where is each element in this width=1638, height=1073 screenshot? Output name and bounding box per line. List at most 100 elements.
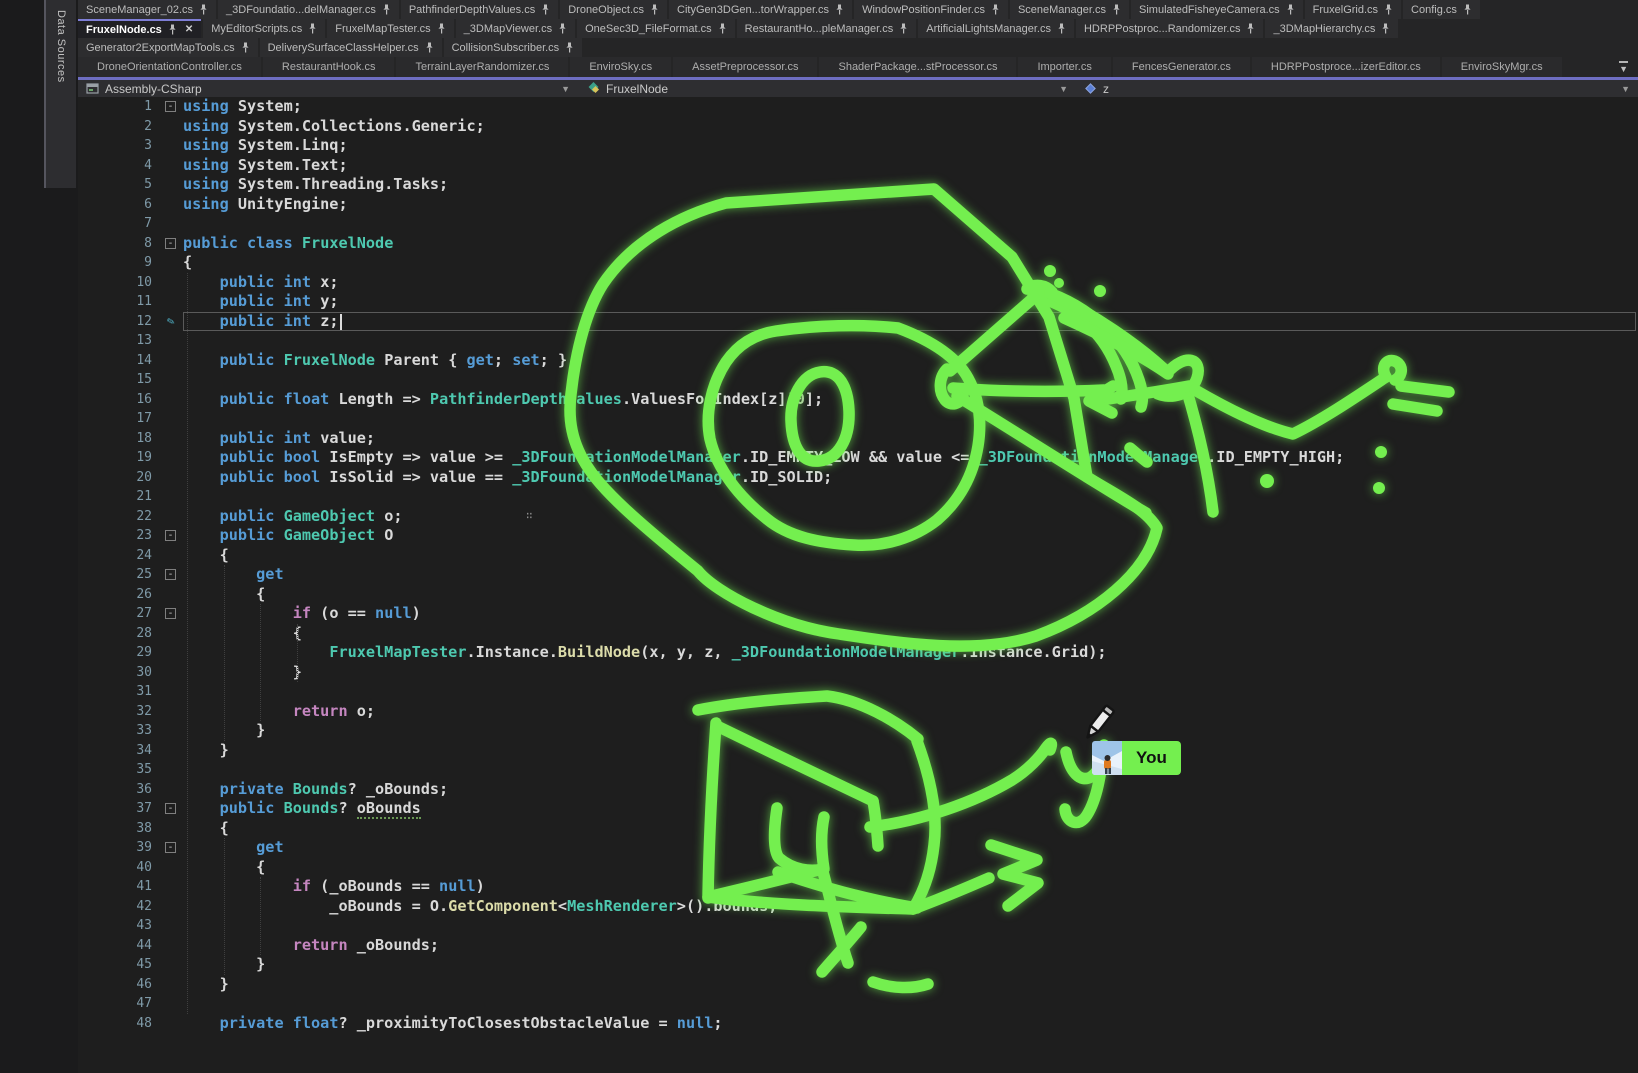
type-dropdown[interactable]: FruxelNode ▼	[578, 80, 1076, 97]
code-line-10[interactable]: 10 public int x;	[78, 273, 1638, 293]
tab-_3DMapViewer.cs[interactable]: _3DMapViewer.cs	[456, 19, 575, 38]
code-line-30[interactable]: 30 }	[78, 663, 1638, 683]
code-line-41[interactable]: 41 if (_oBounds == null)	[78, 877, 1638, 897]
code-line-3[interactable]: 3using System.Linq;	[78, 136, 1638, 156]
tab-SimulatedFisheyeCamera.cs[interactable]: SimulatedFisheyeCamera.cs	[1131, 0, 1303, 19]
code-line-18[interactable]: 18 public int value;	[78, 429, 1638, 449]
tab-HDRPPostproce...izerEditor.cs[interactable]: HDRPPostproce...izerEditor.cs	[1252, 57, 1440, 77]
pin-icon[interactable]	[425, 42, 434, 53]
code-line-21[interactable]: 21	[78, 487, 1638, 507]
code-line-28[interactable]: 28 {	[78, 624, 1638, 644]
pin-icon[interactable]	[437, 23, 446, 34]
code-line-37[interactable]: 37- public Bounds? oBounds	[78, 799, 1638, 819]
code-line-34[interactable]: 34 }	[78, 741, 1638, 761]
code-line-32[interactable]: 32 return o;	[78, 702, 1638, 722]
tab-PathfinderDepthValues.cs[interactable]: PathfinderDepthValues.cs	[401, 0, 558, 19]
tab-CollisionSubscriber.cs[interactable]: CollisionSubscriber.cs	[444, 38, 583, 57]
data-sources-vertical-tab[interactable]: Data Sources	[44, 0, 76, 188]
pin-icon[interactable]	[541, 4, 550, 15]
pin-icon[interactable]	[899, 23, 908, 34]
code-line-5[interactable]: 5using System.Threading.Tasks;	[78, 175, 1638, 195]
code-line-33[interactable]: 33 }	[78, 721, 1638, 741]
tab-Config.cs[interactable]: Config.cs	[1403, 0, 1480, 19]
tab-RestaurantHo...pleManager.cs[interactable]: RestaurantHo...pleManager.cs	[737, 19, 917, 38]
code-line-39[interactable]: 39- get	[78, 838, 1638, 858]
code-line-20[interactable]: 20 public bool IsSolid => value == _3DFo…	[78, 468, 1638, 488]
code-line-22[interactable]: 22 public GameObject o;	[78, 507, 1638, 527]
pin-icon[interactable]	[558, 23, 567, 34]
code-line-44[interactable]: 44 return _oBounds;	[78, 936, 1638, 956]
code-line-29[interactable]: 29 FruxelMapTester.Instance.BuildNode(x,…	[78, 643, 1638, 663]
code-line-16[interactable]: 16 public float Length => PathfinderDept…	[78, 390, 1638, 410]
code-line-46[interactable]: 46 }	[78, 975, 1638, 995]
code-line-2[interactable]: 2using System.Collections.Generic;	[78, 117, 1638, 137]
tab-AssetPreprocessor.cs[interactable]: AssetPreprocessor.cs	[673, 57, 817, 77]
code-line-6[interactable]: 6using UnityEngine;	[78, 195, 1638, 215]
tab-HDRPPostproc...Randomizer.cs[interactable]: HDRPPostproc...Randomizer.cs	[1076, 19, 1264, 38]
code-line-26[interactable]: 26 {	[78, 585, 1638, 605]
pin-icon[interactable]	[565, 42, 574, 53]
code-line-9[interactable]: 9{	[78, 253, 1638, 273]
pin-icon[interactable]	[991, 4, 1000, 15]
pin-icon[interactable]	[382, 4, 391, 15]
code-line-31[interactable]: 31	[78, 682, 1638, 702]
pin-icon[interactable]	[650, 4, 659, 15]
fold-collapse-button[interactable]: -	[165, 608, 176, 619]
chevron-down-icon[interactable]: ▼	[1621, 84, 1630, 94]
close-icon[interactable]: ✕	[185, 24, 193, 35]
pin-icon[interactable]	[1384, 4, 1393, 15]
tab-ArtificialLightsManager.cs[interactable]: ArtificialLightsManager.cs	[918, 19, 1074, 38]
tab-_3DMapHierarchy.cs[interactable]: _3DMapHierarchy.cs	[1265, 19, 1398, 38]
code-line-17[interactable]: 17	[78, 409, 1638, 429]
tab-_3DFoundatio...delManager.cs[interactable]: _3DFoundatio...delManager.cs	[218, 0, 399, 19]
code-line-4[interactable]: 4using System.Text;	[78, 156, 1638, 176]
code-line-8[interactable]: 8-public class FruxelNode	[78, 234, 1638, 254]
code-line-11[interactable]: 11 public int y;	[78, 292, 1638, 312]
tab-EnviroSkyMgr.cs[interactable]: EnviroSkyMgr.cs	[1442, 57, 1562, 77]
pin-icon[interactable]	[718, 23, 727, 34]
code-line-23[interactable]: 23- public GameObject O	[78, 526, 1638, 546]
pin-icon[interactable]	[1246, 23, 1255, 34]
fold-collapse-button[interactable]: -	[165, 803, 176, 814]
fold-collapse-button[interactable]: -	[165, 530, 176, 541]
tab-FencesGenerator.cs[interactable]: FencesGenerator.cs	[1113, 57, 1250, 77]
tab-TerrainLayerRandomizer.cs[interactable]: TerrainLayerRandomizer.cs	[396, 57, 568, 77]
code-editor[interactable]: 1-using System;2using System.Collections…	[78, 97, 1638, 1073]
code-line-15[interactable]: 15	[78, 370, 1638, 390]
chevron-down-icon[interactable]: ▼	[1059, 84, 1068, 94]
code-line-36[interactable]: 36 private Bounds? _oBounds;	[78, 780, 1638, 800]
tab-DeliverySurfaceClassHelper.cs[interactable]: DeliverySurfaceClassHelper.cs	[260, 38, 442, 57]
tab-FruxelMapTester.cs[interactable]: FruxelMapTester.cs	[327, 19, 453, 38]
chevron-down-icon[interactable]: ▼	[561, 84, 570, 94]
tab-SceneManager.cs[interactable]: SceneManager.cs	[1010, 0, 1129, 19]
tab-DroneObject.cs[interactable]: DroneObject.cs	[560, 0, 667, 19]
code-line-25[interactable]: 25- get	[78, 565, 1638, 585]
code-line-24[interactable]: 24 {	[78, 546, 1638, 566]
code-line-45[interactable]: 45 }	[78, 955, 1638, 975]
tab-RestaurantHook.cs[interactable]: RestaurantHook.cs	[263, 57, 395, 77]
pin-icon[interactable]	[1112, 4, 1121, 15]
tab-WindowPositionFinder.cs[interactable]: WindowPositionFinder.cs	[854, 0, 1008, 19]
tab-ShaderPackage...stProcessor.cs[interactable]: ShaderPackage...stProcessor.cs	[819, 57, 1016, 77]
tab-FruxelNode.cs[interactable]: FruxelNode.cs✕	[78, 19, 201, 38]
code-line-35[interactable]: 35	[78, 760, 1638, 780]
fold-collapse-button[interactable]: -	[165, 238, 176, 249]
project-dropdown[interactable]: Assembly-CSharp ▼	[78, 80, 578, 97]
pin-icon[interactable]	[1286, 4, 1295, 15]
code-line-40[interactable]: 40 {	[78, 858, 1638, 878]
fold-collapse-button[interactable]: -	[165, 842, 176, 853]
code-line-1[interactable]: 1-using System;	[78, 97, 1638, 117]
tab-SceneManager_02.cs[interactable]: SceneManager_02.cs	[78, 0, 216, 19]
tab-MyEditorScripts.cs[interactable]: MyEditorScripts.cs	[203, 19, 325, 38]
tab-CityGen3DGen...torWrapper.cs[interactable]: CityGen3DGen...torWrapper.cs	[669, 0, 852, 19]
code-line-42[interactable]: 42 _oBounds = O.GetComponent<MeshRendere…	[78, 897, 1638, 917]
code-line-7[interactable]: 7	[78, 214, 1638, 234]
tab-OneSec3D_FileFormat.cs[interactable]: OneSec3D_FileFormat.cs	[577, 19, 735, 38]
code-line-13[interactable]: 13	[78, 331, 1638, 351]
pin-icon[interactable]	[1463, 4, 1472, 15]
fold-collapse-button[interactable]: -	[165, 101, 176, 112]
code-line-48[interactable]: 48 private float? _proximityToClosestObs…	[78, 1014, 1638, 1034]
code-line-14[interactable]: 14 public FruxelNode Parent { get; set; …	[78, 351, 1638, 371]
code-line-47[interactable]: 47	[78, 994, 1638, 1014]
pin-icon[interactable]	[199, 4, 208, 15]
